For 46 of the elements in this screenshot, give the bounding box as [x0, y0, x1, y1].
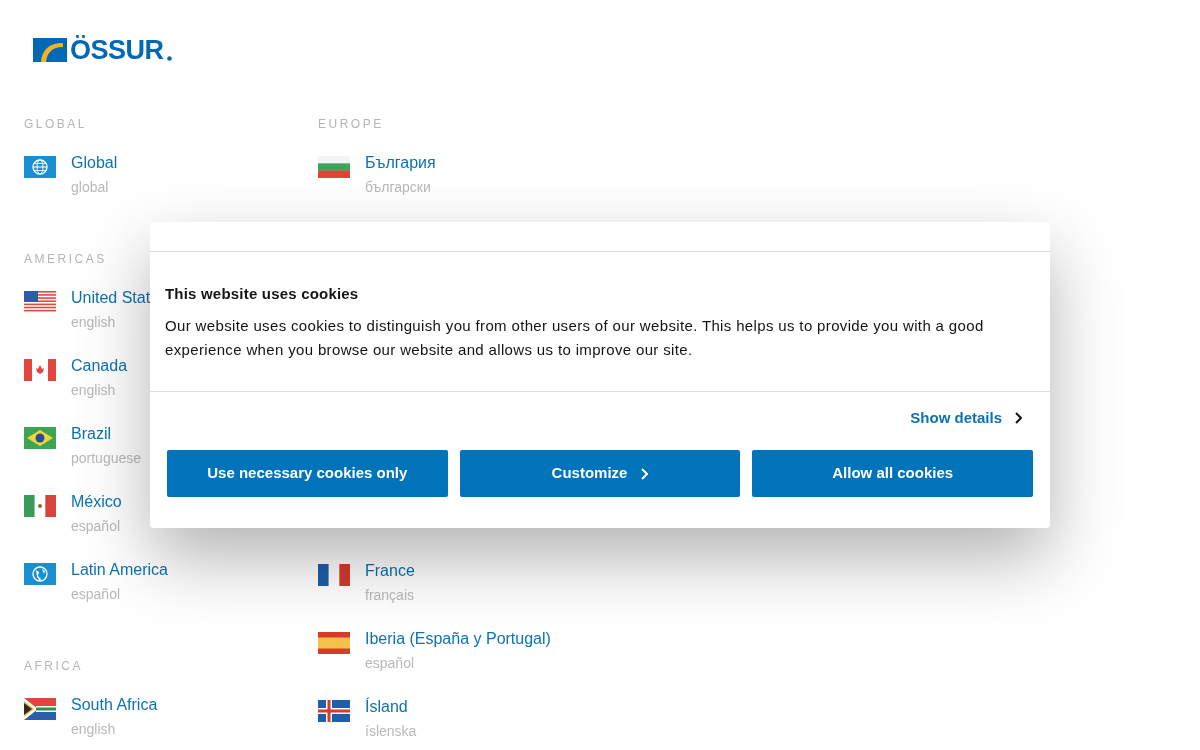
section-heading: GLOBAL: [24, 117, 89, 131]
language-label: english: [71, 720, 117, 739]
country-link[interactable]: South Africa: [71, 695, 158, 715]
globe-icon: [24, 156, 56, 178]
country-link[interactable]: United Stat: [71, 288, 151, 308]
language-label: íslenska: [365, 722, 417, 741]
flag-icon: [24, 291, 56, 313]
country-link[interactable]: Global: [71, 153, 118, 173]
language-label: български: [365, 178, 432, 197]
flag-icon: [318, 564, 350, 586]
country-link[interactable]: France: [365, 561, 415, 581]
country-link[interactable]: México: [71, 492, 122, 512]
flag-icon: [24, 495, 56, 517]
show-details-link[interactable]: Show details: [910, 406, 1022, 430]
section-heading: AMERICAS: [24, 252, 108, 266]
globe-icon: [24, 563, 56, 585]
logo-icon: [33, 38, 67, 62]
country-link[interactable]: Iberia (España y Portugal): [365, 629, 551, 649]
country-link[interactable]: Ísland: [365, 697, 417, 717]
dialog-title: This website uses cookies: [165, 284, 360, 304]
consent-button[interactable]: Use necessary cookies only: [167, 450, 448, 497]
flag-icon: [318, 700, 350, 722]
chevron-icon: [1015, 412, 1022, 424]
flag-icon: [318, 632, 350, 654]
registered-mark-icon: [166, 56, 172, 61]
language-label: english: [71, 381, 117, 400]
language-label: english: [71, 313, 117, 332]
language-label: français: [365, 586, 415, 605]
flag-icon: [24, 427, 56, 449]
country-link[interactable]: Canada: [71, 356, 128, 376]
country-link[interactable]: Brazil: [71, 424, 142, 444]
flag-icon: [24, 359, 56, 381]
section-heading: AFRICA: [24, 659, 84, 673]
dialog-message: Our website uses cookies to distinguish you from other users of our website. This helps us to provide you with a good experience when you browse our website and allows us to improve our site.: [165, 316, 985, 360]
language-label: portuguese: [71, 449, 142, 468]
language-label: global: [71, 178, 110, 197]
country-link[interactable]: Latin America: [71, 560, 168, 580]
flag-icon: [318, 156, 350, 178]
flag-icon: [24, 698, 56, 720]
language-label: español: [365, 654, 416, 673]
consent-button[interactable]: Allow all cookies: [752, 450, 1033, 497]
language-label: español: [71, 517, 122, 536]
section-heading: EUROPE: [318, 117, 385, 131]
consent-button[interactable]: Customize: [459, 450, 741, 497]
country-link[interactable]: България: [365, 153, 436, 173]
language-label: español: [71, 585, 122, 604]
